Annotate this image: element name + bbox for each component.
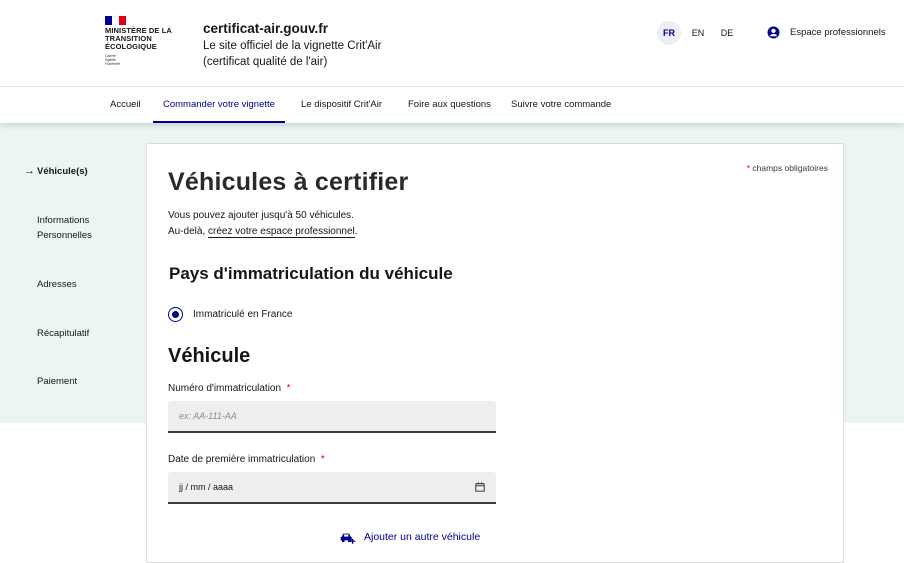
required-fields-note: * champs obligatoires [746, 163, 828, 173]
nav-item-commander[interactable]: Commander votre vignette [153, 87, 285, 123]
plate-input[interactable] [168, 401, 496, 433]
flag-icon [105, 16, 126, 25]
ministry-logo[interactable]: MINISTÈRE DE LA TRANSITION ÉCOLOGIQUE Li… [105, 16, 185, 66]
vehicle-form-card: * champs obligatoires Véhicules à certif… [146, 143, 844, 563]
step-recapitulatif[interactable]: Récapitulatif [37, 326, 89, 341]
step-informations[interactable]: Informations Personnelles [37, 213, 107, 243]
arrow-right-icon: → [24, 165, 35, 177]
calendar-icon[interactable] [475, 482, 485, 492]
lang-de[interactable]: DE [715, 21, 739, 45]
nav-item-faq[interactable]: Foire aux questions [408, 87, 491, 123]
ministry-name: MINISTÈRE DE LA TRANSITION ÉCOLOGIQUE [105, 26, 172, 51]
date-placeholder: jj / mm / aaaa [179, 482, 234, 492]
site-tagline: Le site officiel de la vignette Crit'Air… [203, 40, 382, 68]
intro-text: Vous pouvez ajouter jusqu'à 50 véhicules… [168, 210, 358, 238]
plate-label: Numéro d'immatriculation * [168, 383, 291, 394]
user-circle-icon [767, 26, 780, 39]
date-label: Date de première immatriculation * [168, 454, 325, 465]
radio-button[interactable] [168, 307, 183, 322]
date-input[interactable]: jj / mm / aaaa [168, 472, 496, 504]
nav-item-accueil[interactable]: Accueil [110, 87, 141, 123]
country-heading: Pays d'immatriculation du véhicule [169, 264, 453, 283]
step-adresses[interactable]: Adresses [37, 277, 77, 292]
pro-space-label: Espace professionnels [790, 27, 886, 38]
language-selector: FR EN DE [657, 21, 744, 45]
main-nav: Accueil Commander votre vignette Le disp… [0, 86, 904, 123]
page-title: Véhicules à certifier [168, 168, 409, 196]
vehicle-heading: Véhicule [168, 345, 251, 367]
step-vehicules[interactable]: → Véhicule(s) [24, 164, 88, 179]
nav-item-suivre[interactable]: Suivre votre commande [511, 87, 611, 123]
radio-label: Immatriculé en France [193, 309, 293, 320]
pro-account-link[interactable]: créez votre espace professionnel [208, 225, 355, 238]
site-title[interactable]: certificat-air.gouv.fr [203, 21, 328, 36]
pro-space-link[interactable]: Espace professionnels [767, 26, 886, 39]
car-add-icon [340, 533, 356, 544]
republic-motto: Liberté Égalité Fraternité [105, 54, 120, 66]
radio-france[interactable]: Immatriculé en France [168, 307, 292, 322]
lang-fr[interactable]: FR [657, 21, 681, 45]
nav-item-dispositif[interactable]: Le dispositif Crit'Air [301, 87, 382, 123]
add-vehicle-button[interactable]: Ajouter un autre véhicule [339, 530, 480, 544]
step-label: Véhicule(s) [37, 166, 88, 177]
site-header: MINISTÈRE DE LA TRANSITION ÉCOLOGIQUE Li… [0, 0, 904, 86]
add-vehicle-label: Ajouter un autre véhicule [364, 531, 481, 543]
lang-en[interactable]: EN [686, 21, 710, 45]
step-paiement[interactable]: Paiement [37, 374, 77, 389]
